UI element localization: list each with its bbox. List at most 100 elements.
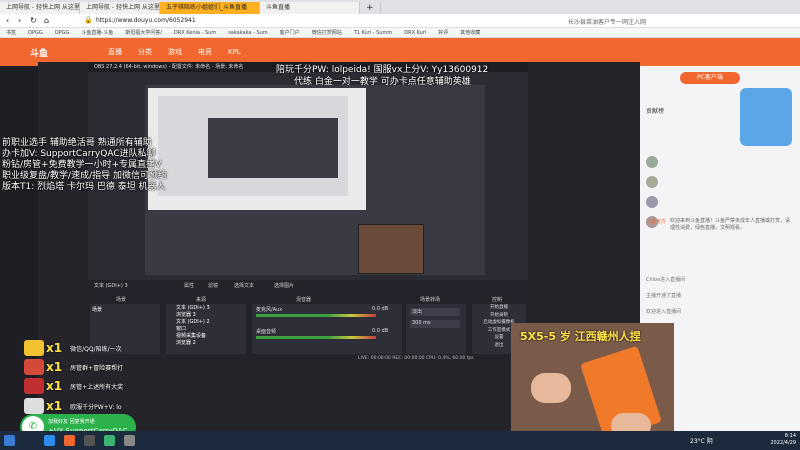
bookmark-item[interactable]: 其他收藏 (454, 28, 486, 37)
duration-field[interactable]: 300 ms (410, 320, 460, 328)
gift-count: x1 (46, 341, 63, 355)
mixer-channel-label: 桌面音频 (256, 329, 277, 335)
app-icon[interactable] (104, 435, 115, 446)
back-icon[interactable]: ‹ (6, 16, 9, 25)
gift-item: x1 欧服千分PW+V: lo (24, 396, 122, 416)
sources-list: 文本 (GDI+) 3 浏览器 3 文本 (GDI+) 2 窗口 视频采集设备 … (166, 304, 246, 354)
wechat-line1: 加我好友 回复我开通 (48, 419, 95, 425)
reload-icon[interactable]: ↻ (30, 16, 37, 25)
bookmark-item[interactable]: 斗鱼直播-斗鱼 (75, 28, 119, 37)
bookmark-item[interactable]: 斯坦福大学问答/ (119, 28, 168, 37)
overlay-title-line: 代练 白金一对一教学 可办卡点任意辅助英雄 (294, 77, 471, 87)
browser-tab[interactable]: 上网导航 - 轻快上网 从这里开始 (0, 2, 80, 14)
nav-item[interactable]: 分类 (138, 47, 152, 57)
nav-item[interactable]: 电竞 (198, 47, 212, 57)
bookmark-item[interactable]: 微信打赏网站 (306, 28, 348, 37)
bookmark-item[interactable]: T1 Kuri - Summ (348, 28, 399, 37)
avatar[interactable] (646, 156, 658, 168)
app-icon[interactable] (124, 435, 135, 446)
url-field[interactable]: https://www.douyu.com/6052941 (96, 17, 196, 24)
mixer-db-label: 0.0 dB (372, 306, 389, 312)
overlay-info-line: 前职业选手 辅助绝活哥 熟通所有辅助 (2, 138, 152, 148)
webcam-preview-small (358, 224, 424, 274)
forward-icon[interactable]: › (18, 16, 21, 25)
bookmark-item[interactable]: DRX Kenia - Sum (168, 28, 222, 37)
app-icon[interactable] (64, 435, 75, 446)
lock-icon: 🔒 (84, 16, 93, 24)
gift-count: x1 (46, 399, 63, 413)
filters-button[interactable]: 滤镜 (208, 282, 218, 289)
source-item[interactable]: 浏览器 3 (176, 312, 236, 319)
chat-line: Chloe进入直播间 (646, 277, 686, 283)
obs-docks: 文本 (GDI+) 3 属性 滤镜 选择文本 选择图片 场景 来源 混音器 场景… (88, 280, 528, 361)
browser-tab[interactable]: 上网导航 - 轻快上网 从这里开始 (80, 2, 160, 14)
source-item[interactable]: 视频采集设备 (176, 333, 236, 340)
clock-date: 2022/4/29 (770, 440, 796, 446)
site-logo[interactable]: 斗鱼 (30, 46, 100, 59)
source-item[interactable]: 窗口 (176, 326, 236, 333)
app-icon[interactable] (84, 435, 95, 446)
scene-item[interactable]: 场景 (90, 304, 160, 315)
controls-dock-title: 控制 (492, 297, 503, 303)
overlay-info-line: 办卡加V: SupportCarryQAC进队私聊 (2, 149, 156, 159)
nav-item[interactable]: 游戏 (168, 47, 182, 57)
pc-client-button[interactable]: PC客户端 (680, 72, 740, 84)
properties-button[interactable]: 属性 (184, 282, 194, 289)
address-bar: ‹ › ↻ ⌂ 🔒 https://www.douyu.com/6052941 … (0, 14, 800, 28)
gift-icon (24, 340, 44, 356)
transitions-dock-title: 场景转场 (420, 297, 441, 303)
bookmarks-bar: 书签 OPGG OPGG 斗鱼直播-斗鱼 斯坦福大学问答/ DRX Kenia … (0, 28, 800, 38)
bookmark-item[interactable]: 好评 (432, 28, 454, 37)
app-icon[interactable] (44, 435, 55, 446)
new-tab-button[interactable]: + (360, 2, 381, 14)
avatar[interactable] (646, 176, 658, 188)
start-streaming-button[interactable]: 开始直播 (472, 304, 526, 312)
bookmark-item[interactable]: OPGG (22, 28, 49, 37)
sources-dock-title: 来源 (196, 297, 207, 303)
nested-obs (208, 118, 338, 178)
rank-label: 贡献榜 (646, 108, 665, 115)
source-item[interactable]: 文本 (GDI+) 2 (176, 319, 236, 326)
mascot-image (740, 88, 792, 146)
notice-text: 欢迎来到斗鱼直播！斗鱼严禁未成年人直播或打赏，请理性消费，绿色直播，文明观看。 (670, 218, 791, 231)
search-hint[interactable]: 长沙县菜油客户专一网注入网 (568, 17, 646, 26)
transitions-panel: 淡出 300 ms (406, 304, 466, 354)
overlay-info-line: 版本T1: 烈焰塔 卡尔玛 巴德 泰坦 机器人 (2, 182, 166, 192)
obs-status-bar: LIVE: 00:00:00 REC: 00:00:00 CPU: 0.4%, … (358, 356, 474, 361)
mixer-db-label: 0.0 dB (372, 328, 389, 334)
mixer-dock-title: 混音器 (296, 297, 312, 303)
select-text-button[interactable]: 选择文本 (234, 282, 254, 289)
gift-item: x1 微信/QQ/陪练/一次 (24, 338, 122, 358)
bookmark-item[interactable]: sakakaka - Sum (222, 28, 273, 37)
gift-count: x1 (46, 379, 63, 393)
bookmark-item[interactable]: 书签 (0, 28, 22, 37)
audio-meter (256, 336, 376, 339)
obs-preview-canvas (148, 88, 366, 210)
transition-select[interactable]: 淡出 (410, 308, 460, 316)
select-image-button[interactable]: 选择图片 (274, 282, 294, 289)
hand-image (531, 373, 571, 403)
source-item[interactable]: 文本 (GDI+) 3 (176, 305, 236, 312)
weather-label[interactable]: 23°C 阴 (690, 436, 713, 445)
avatar[interactable] (646, 196, 658, 208)
bookmark-item[interactable]: OPGG (49, 28, 76, 37)
clock[interactable]: 8:14 2022/4/29 (770, 433, 796, 447)
browser-tab-active[interactable]: 五子棋陪练小姐姐们_斗鱼直播 (160, 2, 260, 14)
source-item[interactable]: 浏览器 2 (176, 340, 236, 347)
gift-label: 欧服千分PW+V: lo (70, 403, 122, 411)
selected-source-label: 文本 (GDI+) 3 (94, 283, 128, 289)
bookmark-item[interactable]: DRX Kuri (398, 28, 432, 37)
mixer-channel-label: 麦克风/Aux (256, 307, 283, 313)
home-icon[interactable]: ⌂ (44, 16, 49, 25)
clock-time: 8:14 (784, 433, 796, 439)
gift-label: 微信/QQ/陪练/一次 (70, 345, 122, 353)
chat-line: 欢迎进入直播间 (646, 309, 682, 315)
gift-icon (24, 378, 44, 394)
start-icon[interactable] (4, 435, 15, 446)
start-recording-button[interactable]: 开始录制 (472, 312, 526, 320)
nav-item[interactable]: KPL (228, 48, 241, 56)
mixer-panel: 麦克风/Aux 0.0 dB 桌面音频 0.0 dB (252, 304, 402, 354)
nav-item[interactable]: 直播 (108, 47, 122, 57)
browser-tab[interactable]: 斗鱼直播 (260, 2, 360, 14)
bookmark-item[interactable]: 客户门户 (274, 28, 306, 37)
